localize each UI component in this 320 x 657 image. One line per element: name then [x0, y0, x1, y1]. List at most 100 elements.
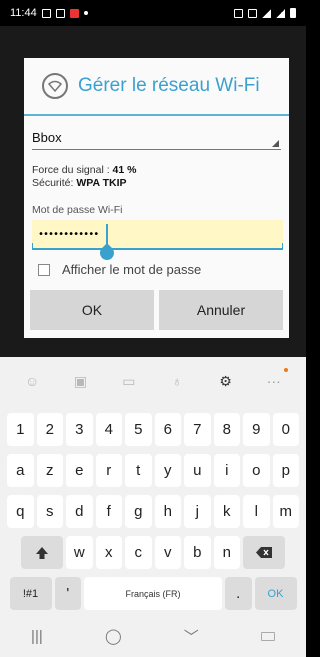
shift-key[interactable]	[21, 536, 63, 569]
number-key[interactable]: 1	[7, 413, 34, 446]
letter-key[interactable]: k	[213, 495, 240, 528]
number-key[interactable]: 9	[243, 413, 270, 446]
microphone-icon[interactable]: ♁	[166, 370, 188, 392]
letter-key[interactable]: z	[36, 454, 63, 487]
apostrophe-key[interactable]: '	[54, 577, 81, 610]
letter-key[interactable]: r	[95, 454, 122, 487]
letter-key[interactable]: u	[184, 454, 211, 487]
settings-gear-icon[interactable]: ⚙	[214, 370, 236, 392]
dropdown-arrow-icon	[272, 140, 279, 147]
cancel-button[interactable]: Annuler	[159, 290, 283, 330]
status-bar: 11:44	[0, 0, 306, 26]
period-key[interactable]: .	[225, 577, 252, 610]
ok-key[interactable]: OK	[254, 577, 297, 610]
letter-key[interactable]: c	[125, 536, 152, 569]
letter-key[interactable]: l	[243, 495, 270, 528]
box-notification-icon	[55, 8, 65, 18]
letter-key[interactable]: x	[95, 536, 122, 569]
letter-key[interactable]: e	[66, 454, 93, 487]
letter-row-2: qsdfghjklm	[0, 495, 306, 528]
show-password-toggle[interactable]: Afficher le mot de passe	[38, 262, 281, 277]
more-notifications-icon	[83, 11, 88, 15]
letter-key[interactable]: a	[7, 454, 34, 487]
number-key[interactable]: 6	[154, 413, 181, 446]
signal-value: 41 %	[112, 164, 137, 176]
dialog-title: Gérer le réseau Wi-Fi	[78, 75, 260, 96]
letter-key[interactable]: t	[125, 454, 152, 487]
wifi-signal-icon	[262, 8, 271, 18]
navigation-bar: ||| ◯ ﹀	[0, 615, 306, 657]
space-key[interactable]: Français (FR)	[84, 577, 222, 610]
wifi-icon	[42, 73, 68, 99]
password-field[interactable]	[32, 220, 283, 263]
status-left: 11:44	[10, 7, 88, 19]
letter-row-3: wxcvbn	[0, 536, 306, 569]
password-label: Mot de passe Wi-Fi	[32, 204, 123, 216]
more-options-icon[interactable]: ···	[263, 368, 288, 392]
letter-key[interactable]: h	[154, 495, 181, 528]
letter-key[interactable]: b	[184, 536, 211, 569]
backspace-icon	[256, 547, 272, 558]
image-notification-icon	[41, 8, 51, 18]
alarm-icon	[234, 8, 243, 18]
letter-key[interactable]: v	[154, 536, 181, 569]
keyboard-switch-icon[interactable]	[260, 631, 275, 641]
home-icon[interactable]: ◯	[105, 627, 122, 645]
mail-notification-icon	[69, 8, 79, 18]
security: Sécurité: WPA TKIP	[32, 177, 127, 189]
battery-icon	[290, 8, 296, 18]
number-key[interactable]: 8	[213, 413, 240, 446]
wifi-dialog: Gérer le réseau Wi-Fi Bbox Force du sign…	[24, 58, 289, 338]
letter-key[interactable]: f	[95, 495, 122, 528]
network-info: Force du signal : 41 % Sécurité: WPA TKI…	[32, 164, 281, 190]
letter-key[interactable]: o	[243, 454, 270, 487]
show-password-label: Afficher le mot de passe	[62, 262, 202, 277]
password-input[interactable]	[32, 220, 283, 248]
letter-row-1: azertyuiop	[0, 454, 306, 487]
signal-strength: Force du signal : 41 %	[32, 164, 137, 176]
cell-signal-icon	[276, 8, 285, 18]
number-key[interactable]: 7	[184, 413, 211, 446]
keyboard-toolbar: ☺ ▣ ▭ ♁ ⚙ ···	[0, 357, 306, 405]
field-edge-right	[282, 243, 283, 248]
emoji-icon[interactable]: ☺	[21, 370, 43, 392]
letter-key[interactable]: m	[272, 495, 299, 528]
dialog-buttons: OK Annuler	[30, 290, 283, 330]
ok-button[interactable]: OK	[30, 290, 154, 330]
letter-key[interactable]: i	[213, 454, 240, 487]
letter-key[interactable]: j	[184, 495, 211, 528]
number-row: 1234567890	[0, 413, 306, 446]
bottom-row: !#1 ' Français (FR) . OK	[0, 577, 306, 610]
letter-key[interactable]: p	[272, 454, 299, 487]
field-edge-left	[32, 243, 33, 248]
letter-key[interactable]: q	[7, 495, 34, 528]
letter-key[interactable]: w	[66, 536, 93, 569]
shift-arrow-icon	[36, 546, 48, 559]
number-key[interactable]: 2	[36, 413, 63, 446]
backspace-key[interactable]	[243, 536, 285, 569]
back-chevron-icon[interactable]: ﹀	[184, 626, 199, 647]
network-name: Bbox	[32, 130, 62, 145]
letter-key[interactable]: n	[213, 536, 240, 569]
letter-key[interactable]: s	[36, 495, 63, 528]
dialog-header: Gérer le réseau Wi-Fi	[24, 58, 289, 116]
letter-key[interactable]: d	[66, 495, 93, 528]
letter-key[interactable]: g	[125, 495, 152, 528]
number-key[interactable]: 3	[66, 413, 93, 446]
number-key[interactable]: 5	[125, 413, 152, 446]
letter-key[interactable]: y	[154, 454, 181, 487]
show-password-checkbox[interactable]	[38, 263, 50, 276]
symbols-key[interactable]: !#1	[9, 577, 52, 610]
sticker-icon[interactable]: ▣	[69, 370, 91, 392]
number-key[interactable]: 0	[272, 413, 299, 446]
status-right	[234, 8, 296, 18]
number-key[interactable]: 4	[95, 413, 122, 446]
recent-apps-icon[interactable]: |||	[31, 628, 43, 645]
network-select[interactable]: Bbox	[32, 126, 281, 150]
security-value: WPA TKIP	[76, 177, 127, 189]
keyboard: ☺ ▣ ▭ ♁ ⚙ ··· 1234567890 azertyuiop qsdf…	[0, 357, 306, 657]
mute-icon	[248, 8, 257, 18]
letter-row-3-keys: wxcvbn	[66, 536, 240, 569]
clock: 11:44	[10, 7, 37, 19]
gif-icon[interactable]: ▭	[118, 370, 140, 392]
